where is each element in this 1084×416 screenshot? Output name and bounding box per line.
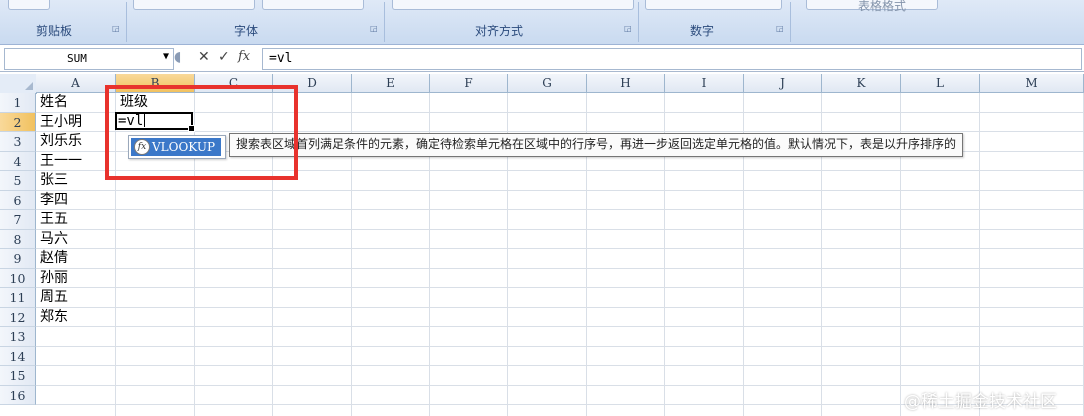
row-header-1[interactable]: 1 <box>0 93 36 113</box>
cell-a8[interactable]: 马六 <box>40 230 68 249</box>
row-header-13[interactable]: 13 <box>0 327 36 347</box>
ribbon-font-controls-2[interactable] <box>262 0 364 10</box>
row-header-6[interactable]: 6 <box>0 190 36 210</box>
watermark: @稀土掘金技术社区 <box>904 392 1057 412</box>
cell-a5[interactable]: 张三 <box>40 171 68 190</box>
column-header-m[interactable]: M <box>980 74 1084 93</box>
gridline <box>36 326 1084 327</box>
group-number-label: 数字 <box>690 24 715 38</box>
font-launcher-icon[interactable]: ◲ <box>370 24 378 33</box>
column-header-j[interactable]: J <box>744 74 822 93</box>
gridline <box>36 287 1084 288</box>
cell-a1[interactable]: 姓名 <box>40 93 68 112</box>
row-header-5[interactable]: 5 <box>0 171 36 191</box>
row-header-4[interactable]: 4 <box>0 151 36 171</box>
cell-a3[interactable]: 刘乐乐 <box>40 132 82 151</box>
function-tooltip: 搜索表区域首列满足条件的元素，确定待检索单元格在区域中的行序号，再进一步返回选定… <box>229 133 964 157</box>
gridline <box>36 248 1084 249</box>
cell-a9[interactable]: 赵倩 <box>40 249 68 268</box>
gridline <box>36 365 1084 366</box>
ribbon: 剪贴板 ◲ 字体 ◲ 对齐方式 ◲ 数字 ◲ 表格格式 <box>0 0 1084 45</box>
cell-a6[interactable]: 李四 <box>40 191 68 210</box>
group-clipboard-label: 剪贴板 <box>36 24 73 38</box>
row-header-12[interactable]: 12 <box>0 307 36 327</box>
column-header-e[interactable]: E <box>352 74 430 93</box>
column-header-i[interactable]: I <box>665 74 744 93</box>
ribbon-number-controls[interactable] <box>645 0 782 10</box>
cell-a11[interactable]: 周五 <box>40 288 68 307</box>
group-separator <box>384 2 385 42</box>
cell-a10[interactable]: 孙丽 <box>40 269 68 288</box>
row-header-14[interactable]: 14 <box>0 346 36 366</box>
grip-icon: ◖ <box>174 49 182 65</box>
row-header-8[interactable]: 8 <box>0 229 36 249</box>
enter-icon[interactable]: ✓ <box>218 49 230 65</box>
cell-a12[interactable]: 郑东 <box>40 308 68 327</box>
gridline <box>36 345 1084 347</box>
gridline <box>36 267 1084 269</box>
select-all-corner[interactable] <box>0 74 37 94</box>
row-header-16[interactable]: 16 <box>0 385 36 405</box>
ribbon-align-controls[interactable] <box>392 0 634 10</box>
group-alignment-label: 对齐方式 <box>475 24 524 38</box>
number-launcher-icon[interactable]: ◲ <box>776 24 784 33</box>
insert-function-icon[interactable]: fx <box>238 49 250 64</box>
column-header-l[interactable]: L <box>901 74 980 93</box>
row-header-15[interactable]: 15 <box>0 366 36 386</box>
gridline <box>36 306 1084 308</box>
gridline <box>36 209 1084 210</box>
formula-text: =vl <box>269 51 293 66</box>
row-header-3[interactable]: 3 <box>0 132 36 152</box>
highlight-box <box>105 85 298 180</box>
column-header-k[interactable]: K <box>822 74 901 93</box>
ribbon-font-controls[interactable] <box>133 0 255 10</box>
cell-a7[interactable]: 王五 <box>40 210 68 229</box>
gridline <box>36 189 1084 191</box>
cell-a4[interactable]: 王一一 <box>40 152 82 171</box>
column-header-f[interactable]: F <box>430 74 508 93</box>
group-separator <box>790 2 791 42</box>
column-header-a[interactable]: A <box>36 74 116 93</box>
formula-bar: SUM ▼ ◖ ✕ ✓ fx =vl <box>0 46 1084 72</box>
alignment-launcher-icon[interactable]: ◲ <box>624 24 632 33</box>
cancel-icon[interactable]: ✕ <box>198 49 210 65</box>
name-box[interactable]: SUM ▼ <box>4 48 174 70</box>
name-box-value: SUM <box>67 52 87 65</box>
cell-a2[interactable]: 王小明 <box>40 113 82 132</box>
group-separator <box>638 2 639 42</box>
gridline <box>36 384 1084 386</box>
ribbon-button[interactable] <box>8 0 50 10</box>
table-format-label[interactable]: 表格格式 <box>858 0 906 14</box>
row-header-2[interactable]: 2 <box>0 112 36 132</box>
gridline <box>36 228 1084 230</box>
formula-buttons: ◖ ✕ ✓ fx <box>174 48 260 68</box>
column-header-g[interactable]: G <box>508 74 587 93</box>
column-header-h[interactable]: H <box>587 74 665 93</box>
row-header-9[interactable]: 9 <box>0 249 36 269</box>
gridline <box>979 93 980 416</box>
group-separator <box>126 2 127 42</box>
row-header-7[interactable]: 7 <box>0 210 36 230</box>
clipboard-launcher-icon[interactable]: ◲ <box>112 24 120 33</box>
group-font-label: 字体 <box>234 24 259 38</box>
row-header-11[interactable]: 11 <box>0 288 36 308</box>
row-header-10[interactable]: 10 <box>0 268 36 288</box>
formula-input[interactable]: =vl <box>262 48 1082 70</box>
chevron-down-icon[interactable]: ▼ <box>163 51 169 62</box>
